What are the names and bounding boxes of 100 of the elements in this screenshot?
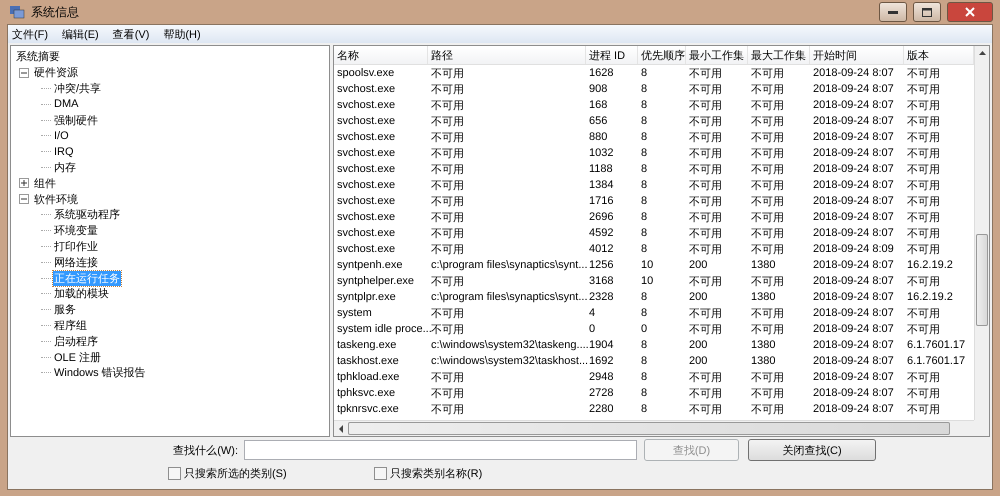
table-cell-text: syntplpr.exe — [336, 290, 397, 305]
table-cell-text: 不可用 — [430, 242, 465, 257]
tree-item[interactable]: 程序组 — [53, 318, 88, 333]
table-cell-text: 不可用 — [688, 178, 723, 193]
menu-item[interactable]: 查看(V) — [112, 26, 150, 42]
scroll-left-icon[interactable] — [339, 424, 343, 432]
tree-item[interactable]: 硬件资源 — [33, 65, 79, 80]
column-header[interactable]: 最大工作集 — [748, 46, 810, 64]
table-cell-text: tpknrsvc.exe — [336, 402, 400, 417]
table-cell-text: 不可用 — [750, 226, 785, 241]
table-cell-text: 200 — [688, 290, 708, 305]
expand-icon[interactable] — [19, 178, 29, 188]
table-cell-text: 不可用 — [688, 226, 723, 241]
table-cell-text: 不可用 — [750, 322, 785, 337]
table-cell-text: 不可用 — [906, 226, 941, 241]
tree-item[interactable]: 启动程序 — [53, 334, 99, 349]
table-cell-text: 不可用 — [688, 82, 723, 97]
scrollbar-thumb[interactable] — [348, 422, 950, 435]
table-cell-text: 8 — [640, 354, 648, 369]
table-cell-text: 1188 — [588, 162, 614, 177]
column-header[interactable]: 路径 — [428, 46, 586, 64]
table-cell-text: tphksvc.exe — [336, 386, 396, 401]
table-cell-text: 不可用 — [906, 98, 941, 113]
table-cell-text: 2018-09-24 8:07 — [812, 178, 895, 193]
maximize-button[interactable] — [913, 2, 941, 22]
tree-item[interactable]: 冲突/共享 — [53, 80, 102, 96]
table-cell-text: 16.2.19.2 — [906, 258, 954, 273]
table-cell-text: 2728 — [588, 386, 614, 401]
table-cell-text: svchost.exe — [336, 178, 396, 193]
tree-item[interactable]: 系统驱动程序 — [53, 207, 121, 222]
checkbox-option[interactable]: 只搜索类别名称(R) — [374, 466, 482, 480]
tree-item[interactable]: 打印作业 — [53, 238, 99, 254]
table-cell-text: 2018-09-24 8:07 — [812, 194, 895, 209]
scrollbar-thumb[interactable] — [976, 234, 988, 326]
column-header[interactable]: 最小工作集 — [686, 46, 748, 64]
table-cell-text: 2018-09-24 8:07 — [812, 386, 895, 401]
table-cell-text: 6.1.7601.17 — [906, 338, 966, 353]
table-cell-text: 不可用 — [750, 194, 785, 209]
tree-item[interactable]: 组件 — [33, 176, 57, 191]
minimize-button[interactable] — [879, 2, 907, 22]
tree-item[interactable]: 环境变量 — [53, 223, 99, 238]
tree-item[interactable]: 网络连接 — [53, 254, 99, 270]
table-cell-text: 不可用 — [430, 82, 465, 97]
table-cell-text: 8 — [640, 194, 648, 209]
vertical-scrollbar[interactable] — [974, 46, 989, 420]
table-cell-text: 不可用 — [906, 146, 941, 161]
checkbox-option[interactable]: 只搜索所选的类别(S) — [168, 466, 287, 480]
table-cell-text: 2018-09-24 8:07 — [812, 402, 895, 417]
table-cell-text: 不可用 — [430, 210, 465, 225]
column-header[interactable]: 优先顺序 — [638, 46, 686, 64]
checkbox[interactable] — [374, 466, 387, 480]
collapse-icon[interactable] — [19, 68, 29, 78]
table-cell-text: 不可用 — [430, 306, 465, 321]
menu-item[interactable]: 编辑(E) — [62, 26, 99, 42]
table-cell-text: 不可用 — [430, 146, 465, 161]
close-find-button[interactable]: 关闭查找(C) — [748, 439, 876, 461]
tree-item[interactable]: Windows 错误报告 — [53, 365, 147, 380]
minimize-icon — [888, 10, 898, 14]
scroll-up-icon[interactable] — [978, 51, 986, 56]
tree-item[interactable]: 软件环境 — [33, 192, 79, 207]
tree-item[interactable]: I/O — [53, 130, 70, 142]
table-cell-text: 不可用 — [906, 114, 941, 129]
tree-item[interactable]: OLE 注册 — [53, 350, 102, 365]
checkbox[interactable] — [168, 466, 181, 480]
tree-item[interactable]: 内存 — [53, 160, 77, 175]
table-cell-text: 1384 — [588, 178, 614, 193]
table-cell-text: 2018-09-24 8:07 — [812, 66, 895, 81]
table-cell-text: 2328 — [588, 290, 614, 305]
table-cell-text: 2018-09-24 8:07 — [812, 114, 895, 129]
table-cell-text: 不可用 — [750, 370, 785, 385]
menu-item[interactable]: 帮助(H) — [163, 26, 201, 42]
table-cell-text: 不可用 — [906, 370, 941, 385]
table-cell-text: 8 — [640, 226, 648, 241]
window-title: 系统信息 — [31, 4, 80, 20]
table-cell-text: 不可用 — [750, 178, 785, 193]
tree-item[interactable]: IRQ — [53, 146, 75, 158]
table-cell-text: 不可用 — [430, 114, 465, 129]
checkbox-label: 只搜索所选的类别(S) — [184, 466, 287, 480]
column-header[interactable]: 开始时间 — [810, 46, 904, 64]
tree-item[interactable]: 系统摘要 — [15, 49, 61, 64]
table-cell-text: tphkload.exe — [336, 370, 400, 385]
table-cell-text: 8 — [640, 114, 648, 129]
table-cell-text: 2018-09-24 8:07 — [812, 98, 895, 113]
column-header[interactable]: 名称 — [334, 46, 428, 64]
find-field[interactable] — [244, 440, 637, 460]
table-cell-text: 不可用 — [430, 402, 465, 417]
horizontal-scrollbar[interactable] — [334, 420, 974, 436]
collapse-icon[interactable] — [19, 194, 29, 204]
table-cell-text: 2018-09-24 8:07 — [812, 162, 895, 177]
tree-item[interactable]: DMA — [53, 98, 80, 110]
tree-item[interactable]: 服务 — [53, 302, 77, 318]
table-cell-text: c:\program files\synaptics\synt... — [430, 290, 586, 305]
close-button[interactable] — [947, 2, 993, 22]
tree-item[interactable]: 强制硬件 — [53, 112, 99, 128]
column-header[interactable]: 进程 ID — [586, 46, 638, 64]
tree-item[interactable]: 加载的模块 — [53, 286, 110, 302]
menu-item[interactable]: 文件(F) — [12, 26, 48, 42]
table-cell-text: 0 — [640, 322, 648, 337]
table-cell-text: syntphelper.exe — [336, 274, 416, 289]
table-cell-text: 不可用 — [430, 370, 465, 385]
